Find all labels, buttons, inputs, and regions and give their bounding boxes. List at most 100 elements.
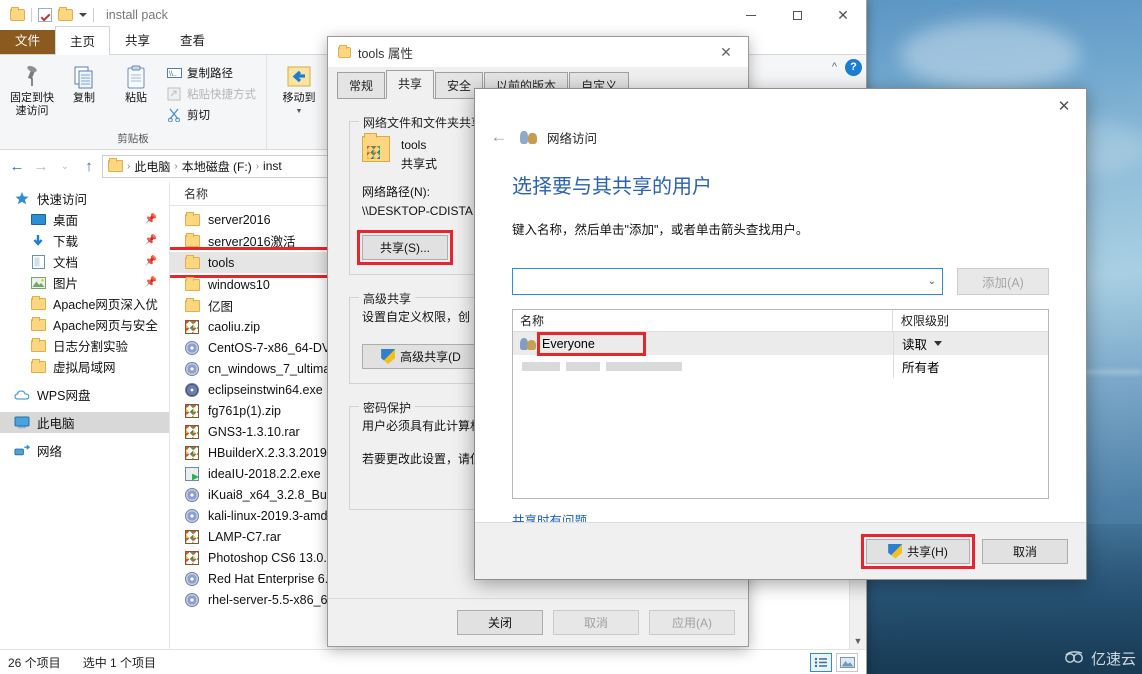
breadcrumb-item-folder[interactable]: inst bbox=[263, 159, 282, 173]
tab-sharing[interactable]: 共享 bbox=[386, 70, 435, 99]
move-to-button[interactable]: 移动到 ▼ bbox=[273, 60, 325, 120]
sidebar-item-label: Apache网页深入优 bbox=[53, 298, 158, 312]
cut-button[interactable]: 剪切 bbox=[162, 105, 260, 125]
archive-icon bbox=[184, 424, 200, 439]
pictures-icon bbox=[30, 276, 46, 290]
breadcrumb-item-drive[interactable]: 本地磁盘 (F:) bbox=[182, 158, 252, 175]
sidebar-item-apache-1[interactable]: Apache网页深入优 bbox=[0, 293, 169, 314]
recent-locations-button[interactable]: ⌄ bbox=[54, 155, 76, 177]
column-header-name[interactable]: 名称 bbox=[513, 310, 893, 331]
close-button[interactable]: ✕ bbox=[820, 0, 866, 30]
pin-to-quick-access-button[interactable]: 固定到快速访问 bbox=[6, 60, 58, 120]
quick-access-toolbar[interactable] bbox=[0, 7, 94, 22]
chevron-up-icon[interactable]: ^ bbox=[832, 61, 837, 73]
share-button[interactable]: 共享(S)... bbox=[357, 230, 453, 265]
chevron-down-icon[interactable] bbox=[79, 13, 87, 17]
cloud-logo-icon bbox=[1064, 650, 1086, 668]
folder-icon[interactable] bbox=[58, 7, 73, 21]
close-button[interactable]: ✕ bbox=[1042, 89, 1086, 123]
column-header-permission[interactable]: 权限级别 bbox=[893, 310, 1048, 331]
large-icons-view-icon[interactable] bbox=[836, 652, 858, 672]
user-name-input[interactable] bbox=[519, 273, 928, 290]
table-row[interactable]: 所有者 bbox=[513, 355, 1048, 378]
column-header-label: 名称 bbox=[184, 187, 209, 201]
user-cell[interactable] bbox=[513, 355, 893, 378]
chevron-down-icon[interactable] bbox=[934, 341, 943, 346]
help-icon[interactable]: ? bbox=[845, 58, 862, 76]
cancel-button[interactable]: 取消 bbox=[553, 610, 639, 635]
ribbon-tab-home[interactable]: 主页 bbox=[55, 26, 111, 55]
back-arrow-icon[interactable]: ← bbox=[488, 126, 510, 148]
copy-path-button[interactable]: \\.. 复制路径 bbox=[162, 63, 260, 83]
user-name-combo[interactable]: ⌄ bbox=[512, 268, 943, 295]
paste-label: 粘贴 bbox=[125, 92, 147, 104]
add-button[interactable]: 添加(A) bbox=[957, 268, 1049, 295]
apply-button[interactable]: 应用(A) bbox=[649, 610, 735, 635]
sidebar-item-desktop[interactable]: 桌面 📌 bbox=[0, 209, 169, 230]
close-dialog-button[interactable]: 关闭 bbox=[457, 610, 543, 635]
redacted-user-name bbox=[606, 362, 682, 371]
table-row[interactable]: Everyone 读取 bbox=[513, 331, 1048, 356]
sidebar-item-documents[interactable]: 文档 📌 bbox=[0, 251, 169, 272]
folder-icon bbox=[108, 158, 123, 172]
chevron-down-icon[interactable]: ▼ bbox=[296, 105, 303, 118]
archive-icon bbox=[184, 403, 200, 418]
file-name: Photoshop CS6 13.0.1 bbox=[208, 550, 334, 565]
close-button[interactable]: ✕ bbox=[704, 37, 748, 67]
sidebar-item-label: 日志分割实验 bbox=[53, 340, 129, 354]
sidebar-item-log-split[interactable]: 日志分割实验 bbox=[0, 335, 169, 356]
file-name: rhel-server-5.5-x86_64 bbox=[208, 592, 335, 607]
sidebar-item-pictures[interactable]: 图片 📌 bbox=[0, 272, 169, 293]
paste-button[interactable]: 粘贴 bbox=[110, 60, 162, 107]
instruction-text: 键入名称，然后单击"添加"，或者单击箭头查找用户。 bbox=[512, 223, 809, 237]
archive-icon bbox=[184, 319, 200, 334]
back-button[interactable]: ← bbox=[6, 155, 28, 177]
sidebar-item-wps-cloud[interactable]: WPS网盘 bbox=[0, 384, 169, 405]
folder-icon bbox=[30, 337, 46, 353]
up-button[interactable]: ↑ bbox=[78, 155, 100, 177]
disc-image-icon bbox=[184, 508, 200, 523]
share-confirm-button[interactable]: 共享(H) bbox=[861, 533, 975, 569]
chevron-down-icon[interactable]: ⌄ bbox=[928, 276, 936, 287]
pin-icon: 📌 bbox=[144, 256, 157, 267]
network-access-header-title: 网络访问 bbox=[547, 131, 598, 146]
sidebar-item-label: 文档 bbox=[53, 256, 79, 270]
sidebar-item-this-pc[interactable]: 此电脑 bbox=[0, 412, 169, 433]
advanced-sharing-button[interactable]: 高级共享(D bbox=[362, 344, 480, 369]
breadcrumb-separator: › bbox=[127, 160, 131, 172]
group-icon bbox=[520, 337, 536, 351]
details-view-icon[interactable] bbox=[810, 652, 832, 672]
sidebar-item-label: 下载 bbox=[53, 235, 79, 249]
tab-general[interactable]: 常规 bbox=[337, 72, 386, 98]
breadcrumb-item-this-pc[interactable]: 此电脑 bbox=[134, 158, 170, 175]
checkbox-icon[interactable] bbox=[38, 8, 52, 22]
copy-button[interactable]: 复制 bbox=[58, 60, 110, 107]
sidebar-item-network[interactable]: 网络 bbox=[0, 440, 169, 461]
forward-button[interactable]: → bbox=[30, 155, 52, 177]
minimize-button[interactable] bbox=[728, 0, 774, 30]
cancel-button[interactable]: 取消 bbox=[982, 538, 1068, 564]
disc-image-icon bbox=[184, 487, 200, 502]
scroll-down-icon[interactable]: ▼ bbox=[850, 632, 866, 649]
shared-users-table: 名称 权限级别 Everyone 读取 所有者 bbox=[512, 309, 1049, 499]
sidebar-item-vlan[interactable]: 虚拟局域网 bbox=[0, 356, 169, 377]
sidebar-item-apache-2[interactable]: Apache网页与安全 bbox=[0, 314, 169, 335]
file-name: server2016 bbox=[208, 212, 271, 227]
disc-image-icon bbox=[184, 361, 200, 376]
maximize-button[interactable] bbox=[774, 0, 820, 30]
permission-cell[interactable]: 读取 bbox=[893, 332, 1048, 355]
executable-icon bbox=[184, 382, 200, 397]
sidebar-item-label: 此电脑 bbox=[37, 417, 75, 431]
copy-path-icon: \\.. bbox=[166, 65, 182, 81]
sidebar-item-quick-access[interactable]: 快速访问 bbox=[0, 188, 169, 209]
ribbon-group-label-clipboard: 剪贴板 bbox=[117, 133, 149, 145]
sidebar-item-downloads[interactable]: 下载 📌 bbox=[0, 230, 169, 251]
folder-icon bbox=[184, 297, 200, 313]
close-icon: ✕ bbox=[837, 7, 849, 23]
folder-icon bbox=[184, 211, 200, 227]
paste-shortcut-button[interactable]: 粘贴快捷方式 bbox=[162, 84, 260, 104]
user-cell[interactable]: Everyone bbox=[513, 331, 893, 356]
minimize-icon bbox=[746, 14, 756, 16]
